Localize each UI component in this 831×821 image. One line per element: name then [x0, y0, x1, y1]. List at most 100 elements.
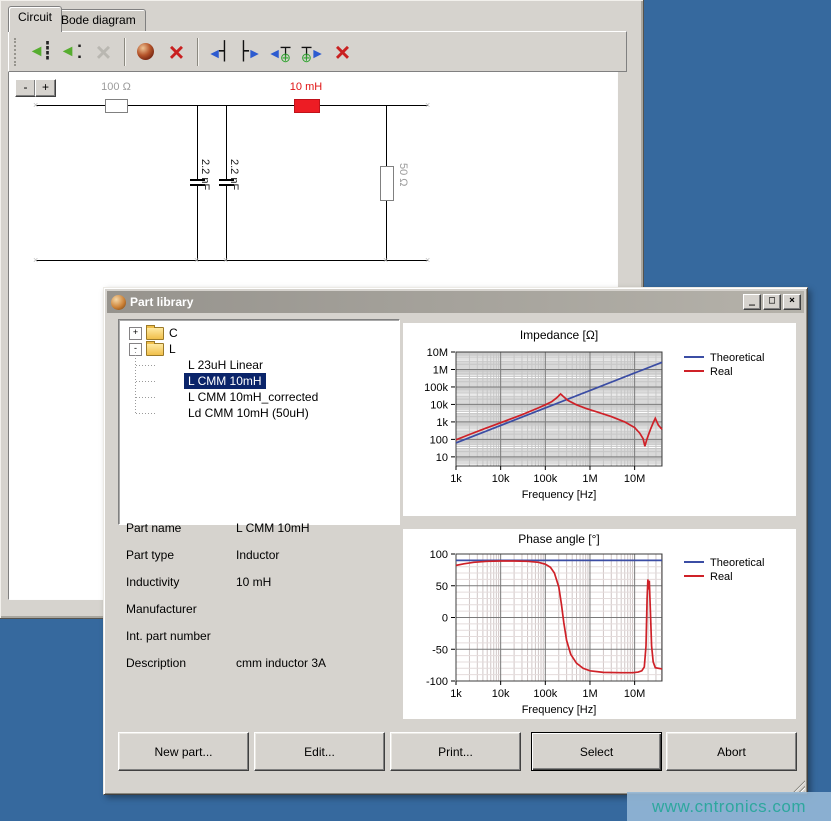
- toolbar-grip[interactable]: [14, 38, 20, 66]
- tree-expander-icon[interactable]: +: [129, 327, 142, 340]
- edit-button[interactable]: Edit...: [254, 732, 385, 771]
- probe-right-icon-layer: ►: [248, 46, 262, 60]
- add-probe-right-icon-layer: ►: [311, 46, 325, 60]
- svg-text:100k: 100k: [424, 382, 448, 394]
- tree-item[interactable]: L CMM 10mH_corrected: [121, 389, 397, 405]
- add-probe-left-icon-layer: ⊕: [280, 51, 291, 64]
- resistor-100-symbol[interactable]: [105, 99, 128, 113]
- svg-text:10k: 10k: [430, 399, 448, 411]
- select-button[interactable]: Select: [531, 732, 662, 771]
- toolbar-separator: [124, 38, 125, 66]
- probe-right-icon[interactable]: ├►: [234, 36, 265, 67]
- add-probe-left-icon[interactable]: ┬◄⊕: [265, 36, 296, 67]
- detail-row: Part typeInductor: [126, 548, 392, 563]
- wire-cap2-upper: [226, 105, 227, 179]
- tree-item-label[interactable]: Ld CMM 10mH (50uH): [184, 405, 313, 421]
- impedance-chart-panel: 1k10k100k1M10M10M1M100k10k1k10010Frequen…: [403, 323, 796, 516]
- toolbar-separator: [197, 38, 198, 66]
- new-part-button[interactable]: New part...: [118, 732, 249, 771]
- delete-part-icon[interactable]: ×: [161, 36, 192, 67]
- move-part-left-icon[interactable]: ◄▪▪: [57, 36, 88, 67]
- wire-res50-upper: [386, 105, 387, 166]
- svg-text:Impedance [Ω]: Impedance [Ω]: [520, 328, 598, 342]
- simulate-icon[interactable]: [130, 36, 161, 67]
- window-buttons: _ □ ×: [741, 294, 801, 310]
- dialog-title: Part library: [130, 295, 193, 309]
- resistor-100-label: 100 Ω: [95, 81, 137, 93]
- detail-label: Int. part number: [126, 629, 236, 644]
- svg-text:Theoretical: Theoretical: [710, 352, 764, 364]
- tree-children: L 23uH LinearL CMM 10mHL CMM 10mH_correc…: [121, 357, 397, 421]
- svg-text:10: 10: [436, 452, 448, 464]
- insert-part-left-icon-layer: ┋: [42, 43, 52, 60]
- tree-item[interactable]: L 23uH Linear: [121, 357, 397, 373]
- maximize-button[interactable]: □: [763, 294, 781, 310]
- tree-item-label[interactable]: L CMM 10mH_corrected: [184, 389, 322, 405]
- wire-top: [36, 105, 428, 106]
- svg-text:100: 100: [430, 434, 448, 446]
- wire-cap1-upper: [197, 105, 198, 179]
- close-button[interactable]: ×: [783, 294, 801, 310]
- toolbar-icons: ◄┋◄▪▪××┤◄├►┬◄⊕┬►⊕×: [26, 36, 358, 67]
- tab-bode-diagram[interactable]: Bode diagram: [51, 9, 146, 31]
- node-marker: ×: [194, 256, 199, 265]
- svg-text:Phase angle [°]: Phase angle [°]: [518, 532, 600, 546]
- resize-grip[interactable]: [792, 779, 805, 792]
- detail-row: Descriptioncmm inductor 3A: [126, 656, 392, 671]
- detail-value: [236, 629, 392, 644]
- svg-text:1k: 1k: [450, 688, 462, 700]
- move-part-left-icon-layer: ◄: [60, 44, 76, 60]
- folder-icon: [146, 327, 164, 340]
- detail-value: Inductor: [236, 548, 392, 563]
- svg-text:-100: -100: [426, 676, 448, 688]
- inductor-10mh-symbol[interactable]: [294, 99, 320, 113]
- tree-folder-l[interactable]: -L: [121, 341, 397, 357]
- detail-row: Part nameL CMM 10mH: [126, 521, 392, 536]
- svg-text:100k: 100k: [533, 473, 557, 485]
- detail-label: Part name: [126, 521, 236, 536]
- dialog-titlebar[interactable]: Part library _ □ ×: [107, 291, 804, 313]
- simulate-icon-layer: [137, 43, 154, 60]
- detail-row: Inductivity10 mH: [126, 575, 392, 590]
- minimize-button[interactable]: _: [743, 294, 761, 310]
- detail-row: Int. part number: [126, 629, 392, 644]
- wire-cap2-lower: [226, 186, 227, 260]
- svg-text:10k: 10k: [492, 473, 510, 485]
- move-part-left-icon-layer: ▪: [78, 42, 82, 52]
- node-marker: ×: [33, 101, 38, 110]
- svg-text:1M: 1M: [582, 473, 597, 485]
- part-details: Part nameL CMM 10mHPart typeInductorIndu…: [126, 521, 392, 683]
- add-probe-right-icon[interactable]: ┬►⊕: [296, 36, 327, 67]
- delete-probe-icon[interactable]: ×: [327, 36, 358, 67]
- wire-cap1-lower: [197, 186, 198, 260]
- print-button[interactable]: Print...: [390, 732, 521, 771]
- detail-value: L CMM 10mH: [236, 521, 392, 536]
- add-probe-right-icon-layer: ⊕: [301, 51, 312, 64]
- tree-item[interactable]: Ld CMM 10mH (50uH): [121, 405, 397, 421]
- tab-circuit[interactable]: Circuit: [8, 6, 62, 32]
- tree-item-label[interactable]: L 23uH Linear: [184, 357, 267, 373]
- part-tree[interactable]: +C-LL 23uH LinearL CMM 10mHL CMM 10mH_co…: [118, 319, 400, 525]
- probe-left-icon[interactable]: ┤◄: [203, 36, 234, 67]
- node-marker: ×: [383, 256, 388, 265]
- wire-bottom: [36, 260, 428, 261]
- detail-label: Inductivity: [126, 575, 236, 590]
- node-marker: ×: [425, 256, 430, 265]
- tree-item[interactable]: L CMM 10mH: [121, 373, 397, 389]
- detail-label: Part type: [126, 548, 236, 563]
- insert-part-left-icon[interactable]: ◄┋: [26, 36, 57, 67]
- delete-part-icon-layer: ×: [169, 39, 184, 65]
- svg-text:50: 50: [436, 581, 448, 593]
- abort-button[interactable]: Abort: [666, 732, 797, 771]
- wire-res50-lower: [386, 199, 387, 260]
- resistor-50-symbol[interactable]: [380, 166, 394, 201]
- zoom-in-button[interactable]: +: [35, 79, 56, 97]
- svg-text:10M: 10M: [427, 347, 448, 359]
- svg-text:1k: 1k: [450, 473, 462, 485]
- zoom-out-button[interactable]: -: [15, 79, 36, 97]
- tree-folder-c[interactable]: +C: [121, 325, 397, 341]
- node-marker: ×: [223, 256, 228, 265]
- impedance-chart: 1k10k100k1M10M10M1M100k10k1k10010Frequen…: [403, 323, 796, 516]
- svg-text:Frequency [Hz]: Frequency [Hz]: [522, 704, 597, 716]
- tree-item-label[interactable]: L CMM 10mH: [184, 373, 266, 389]
